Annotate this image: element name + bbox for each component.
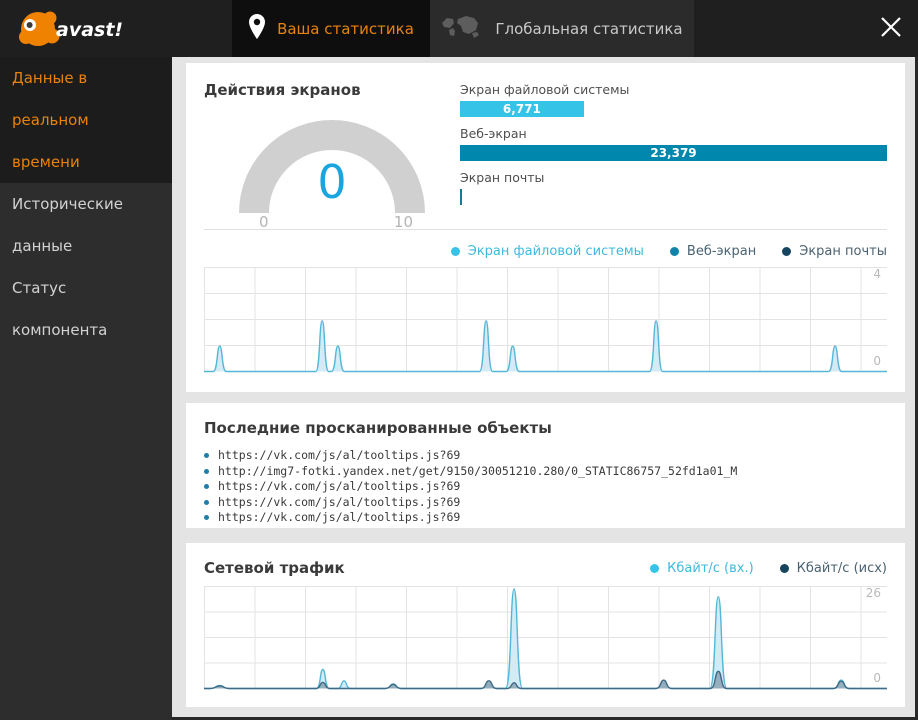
sidebar-item-component-status[interactable]: Статус компонента — [0, 267, 172, 351]
bullet-icon — [204, 484, 209, 490]
legend-dot — [669, 247, 679, 256]
bar-fill-mail-screen — [460, 189, 462, 205]
legend-dot — [650, 563, 660, 573]
gauge-max-label: 10 — [393, 213, 413, 231]
tab-label: Ваша статистика — [277, 19, 414, 38]
panel-screen-actions: Действия экранов 0 0 10 Экран файловой с… — [186, 63, 905, 392]
scanned-item: https://vk.com/js/al/tooltips.js?69 — [204, 495, 887, 511]
legend-item-mail-screen[interactable]: Экран почты — [782, 244, 887, 259]
bar-fill-web-screen: 23,379 — [460, 145, 887, 161]
legend-item-kbps-out[interactable]: Кбайт/с (исх) — [779, 560, 887, 576]
sidebar: Данные в реальном времени Исторические д… — [0, 57, 172, 720]
bullet-icon — [204, 468, 209, 474]
scanned-item: http://img7-fotki.yandex.net/get/9150/30… — [204, 464, 887, 480]
url-text: http://img7-fotki.yandex.net/get/9150/30… — [218, 463, 738, 478]
close-icon — [881, 17, 901, 37]
legend-label: Кбайт/с (вх.) — [667, 560, 754, 576]
world-map-icon — [441, 15, 483, 43]
legend-label: Экран почты — [799, 244, 887, 259]
url-text: https://vk.com/js/al/tooltips.js?69 — [218, 494, 461, 509]
legend-label: Экран файловой системы — [467, 244, 644, 259]
legend-item-web-screen[interactable]: Веб-экран — [669, 244, 757, 259]
panel-title: Сетевой трафик — [204, 559, 345, 577]
legend-item-file-system[interactable]: Экран файловой системы — [450, 244, 644, 259]
gauge: 0 0 10 — [227, 113, 437, 241]
screens-chart-legend: Экран файловой системы Веб-экран Экран п… — [204, 243, 887, 260]
tab-your-statistics[interactable]: Ваша статистика — [232, 0, 430, 57]
y-axis-max-label: 4 — [873, 267, 881, 281]
screen-activity-bars: Экран файловой системы 6,771 Веб-экран 2… — [460, 81, 887, 229]
url-text: https://vk.com/js/al/tooltips.js?69 — [218, 510, 461, 524]
scanned-item: https://vk.com/js/al/tooltips.js?69 — [204, 510, 887, 526]
network-traffic-chart: 26 0 — [204, 586, 887, 690]
bar-track: 6,771 — [460, 101, 887, 117]
top-bar: avast! Ваша статистика Глобальная статис… — [0, 0, 918, 57]
bar-label: Веб-экран — [460, 126, 527, 141]
legend-dot — [779, 563, 789, 573]
y-axis-min-label: 0 — [873, 671, 881, 685]
bar-track: 23,379 — [460, 145, 887, 161]
legend-label: Веб-экран — [686, 244, 757, 259]
scanned-item: https://vk.com/js/al/tooltips.js?69 — [204, 479, 887, 495]
tab-label: Глобальная статистика — [495, 19, 683, 38]
bar-fill-file-system: 6,771 — [460, 101, 584, 117]
bullet-icon — [204, 453, 209, 459]
close-button[interactable] — [874, 10, 908, 44]
panel-network-traffic: Сетевой трафик Кбайт/с (вх.) Кбайт/с (ис… — [186, 543, 905, 707]
gauge-min-label: 0 — [259, 213, 269, 231]
screens-activity-chart: 4 0 — [204, 267, 887, 373]
scanned-list: https://vk.com/js/al/tooltips.js?69 http… — [204, 448, 887, 526]
bar-label: Экран файловой системы — [460, 82, 630, 97]
gauge-value: 0 — [317, 155, 347, 209]
bar-track — [460, 189, 887, 205]
bullet-icon — [204, 515, 209, 521]
y-axis-min-label: 0 — [873, 354, 881, 368]
avast-logo: avast! — [14, 8, 144, 50]
legend-label: Кбайт/с (исх) — [796, 560, 887, 576]
legend-item-kbps-in[interactable]: Кбайт/с (вх.) — [650, 561, 754, 576]
panel-title: Действия экранов — [204, 81, 361, 99]
url-text: https://vk.com/js/al/tooltips.js?69 — [218, 448, 461, 462]
content-area: Действия экранов 0 0 10 Экран файловой с… — [172, 57, 915, 717]
panel-title: Последние просканированные объекты — [204, 419, 552, 437]
scanned-item: https://vk.com/js/al/tooltips.js?69 — [204, 448, 887, 464]
y-axis-max-label: 26 — [865, 586, 881, 600]
pin-icon — [248, 13, 266, 44]
tab-global-statistics[interactable]: Глобальная статистика — [430, 0, 694, 57]
gauge-column: Действия экранов 0 0 10 — [204, 81, 460, 231]
panel-scanned-objects: Последние просканированные объекты https… — [186, 403, 905, 528]
logo-text: avast! — [56, 19, 123, 41]
sidebar-item-historical-data[interactable]: Исторические данные — [0, 183, 172, 267]
legend-dot — [782, 247, 792, 256]
bullet-icon — [204, 499, 209, 505]
network-chart-legend: Кбайт/с (вх.) Кбайт/с (исх) — [650, 560, 887, 577]
sidebar-item-realtime-data[interactable]: Данные в реальном времени — [0, 57, 172, 183]
legend-dot — [450, 247, 460, 256]
url-text: https://vk.com/js/al/tooltips.js?69 — [218, 479, 461, 493]
bar-label: Экран почты — [460, 170, 545, 185]
